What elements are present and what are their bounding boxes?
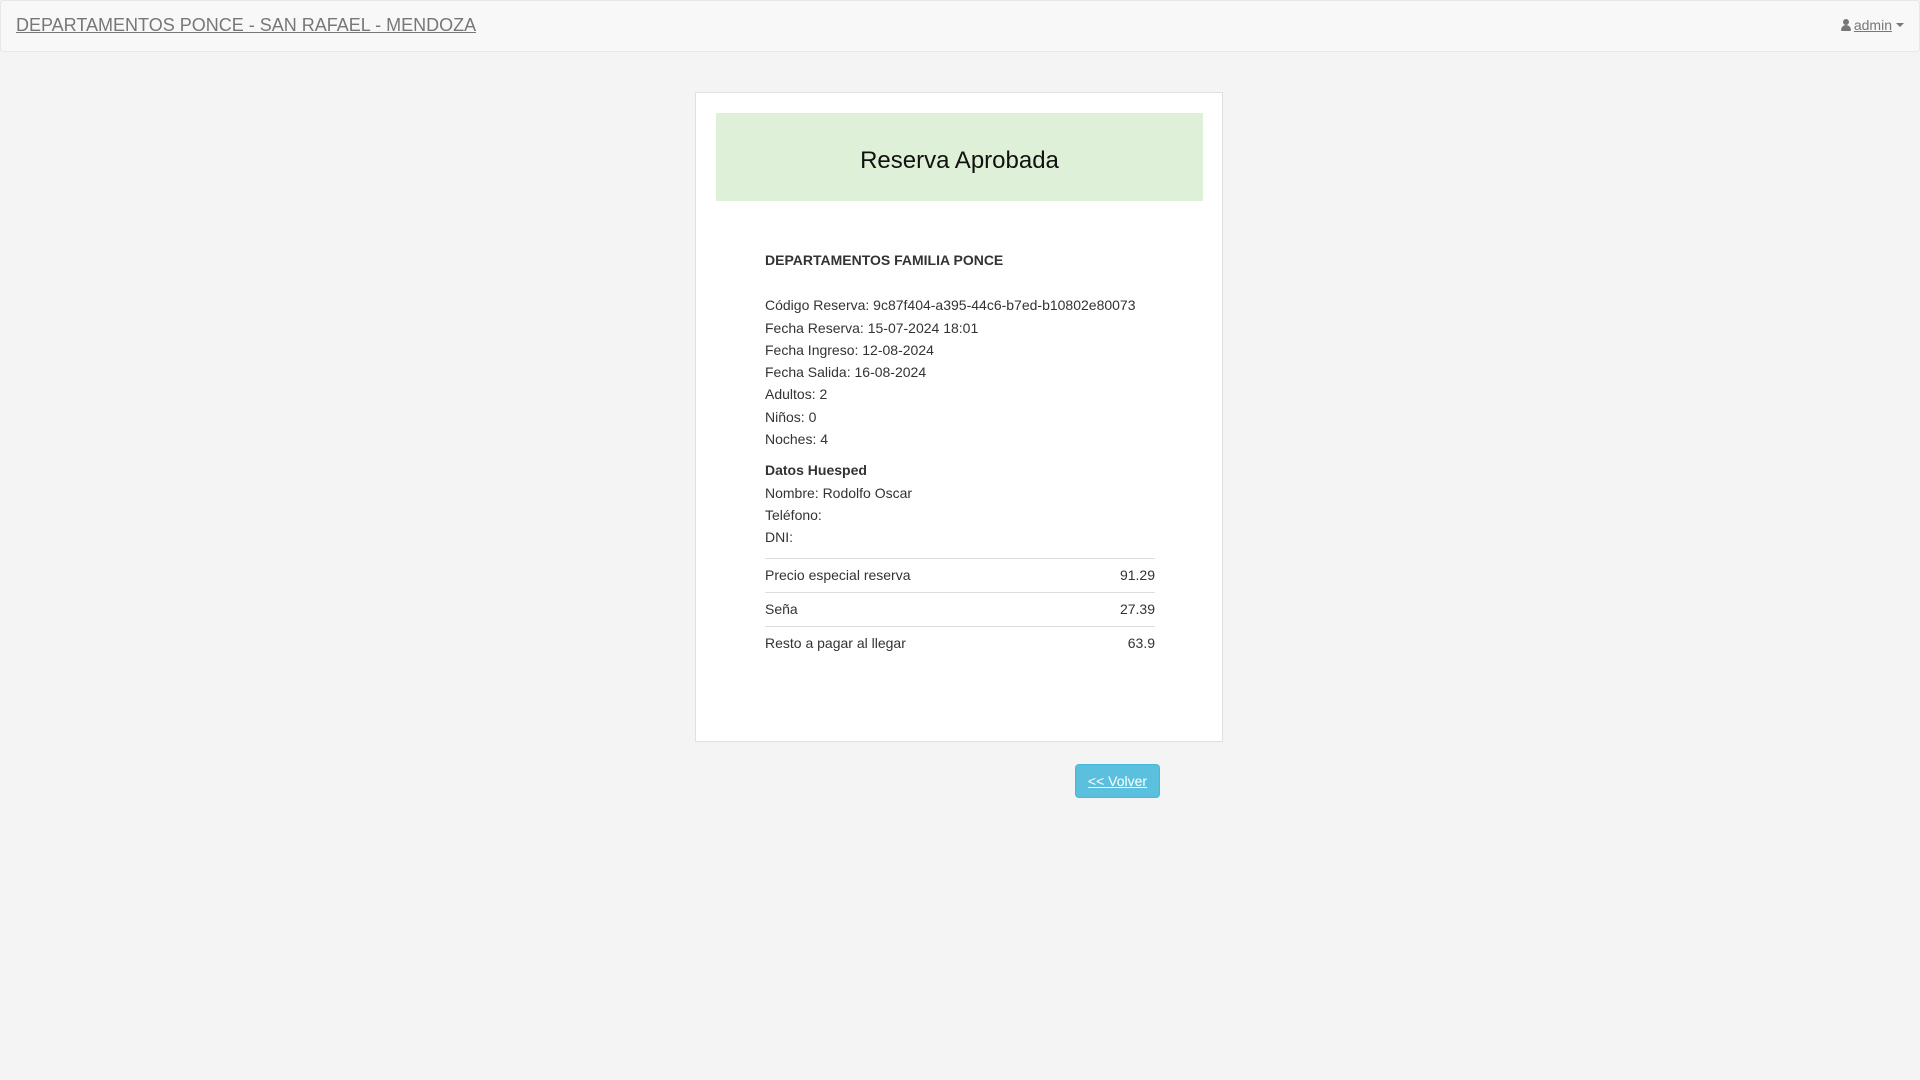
price-label: Precio especial reserva (765, 566, 911, 583)
guest-section-title: Datos Huesped (765, 462, 867, 479)
reservation-date: Fecha Reserva: 15-07-2024 18:01 (765, 319, 979, 336)
reservation-details: DEPARTAMENTOS FAMILIA PONCE Código Reser… (765, 249, 1155, 660)
price-value: 91.29 (1119, 566, 1155, 583)
caret-down-icon (1896, 23, 1904, 27)
price-table: Precio especial reserva 91.29 Seña 27.39… (765, 557, 1155, 660)
guest-dni: DNI: (765, 529, 793, 546)
user-menu-label: admin (1853, 17, 1892, 33)
status-banner: Reserva Aprobada (716, 113, 1203, 201)
balance-row: Resto a pagar al llegar 63.9 (765, 625, 1155, 660)
back-button[interactable]: << Volver (1075, 764, 1160, 798)
adults-count: Adultos: 2 (765, 386, 828, 403)
check-in-date: Fecha Ingreso: 12-08-2024 (765, 341, 934, 358)
children-count: Niños: 0 (765, 408, 817, 425)
user-menu-dropdown[interactable]: admin (1840, 17, 1904, 33)
deposit-row: Seña 27.39 (765, 591, 1155, 626)
guest-name: Nombre: Rodolfo Oscar (765, 484, 913, 501)
company-name: DEPARTAMENTOS FAMILIA PONCE (765, 252, 1004, 268)
guest-phone: Teléfono: (765, 506, 822, 523)
reservation-card: Reserva Aprobada DEPARTAMENTOS FAMILIA P… (695, 92, 1223, 742)
price-row: Precio especial reserva 91.29 (765, 557, 1155, 592)
nights-count: Noches: 4 (765, 431, 829, 448)
deposit-label: Seña (765, 600, 798, 617)
reservation-code: Código Reserva: 9c87f404-a395-44c6-b7ed-… (765, 297, 1136, 314)
check-out-date: Fecha Salida: 16-08-2024 (765, 364, 927, 381)
balance-value: 63.9 (1127, 634, 1155, 651)
deposit-value: 27.39 (1119, 600, 1155, 617)
brand-link[interactable]: DEPARTAMENTOS PONCE - SAN RAFAEL - MENDO… (16, 15, 476, 36)
page-title: Reserva Aprobada (860, 147, 1059, 174)
balance-label: Resto a pagar al llegar (765, 634, 906, 651)
navbar: DEPARTAMENTOS PONCE - SAN RAFAEL - MENDO… (0, 0, 1920, 52)
user-icon (1840, 19, 1851, 31)
